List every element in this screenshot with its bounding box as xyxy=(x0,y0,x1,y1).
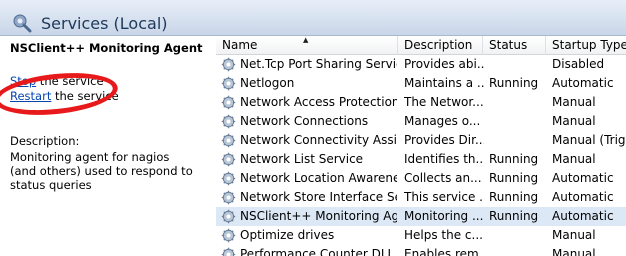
service-gear-icon xyxy=(221,171,236,186)
window-title: Services (Local) xyxy=(41,14,168,33)
window-titlebar: Services (Local) xyxy=(0,0,626,36)
service-startup-type: Automatic xyxy=(552,190,614,204)
service-gear-icon xyxy=(221,133,236,148)
service-description: Manages o... xyxy=(404,114,481,128)
service-description: Provides Dir... xyxy=(404,133,484,147)
service-name: Net.Tcp Port Sharing Service xyxy=(240,57,397,71)
service-gear-icon xyxy=(221,76,236,91)
description-text: Monitoring agent for nagios (and others)… xyxy=(10,150,193,192)
service-description: Enables rem... xyxy=(404,247,484,256)
selected-service-name: NSClient++ Monitoring Agent xyxy=(10,41,203,55)
column-header-description[interactable]: Description xyxy=(398,36,483,55)
service-status xyxy=(489,93,547,112)
service-status: Running xyxy=(489,209,539,223)
service-startup-type: Manual xyxy=(552,228,596,242)
column-header-status-label: Status xyxy=(489,38,528,52)
column-header-startup-label: Startup Type xyxy=(552,38,626,52)
service-status xyxy=(489,226,547,245)
service-startup-type: Manual (Trig... xyxy=(552,133,626,147)
table-row[interactable]: Network Store Interface Ser... This servi… xyxy=(216,188,626,207)
service-description: This service ... xyxy=(404,190,484,204)
column-header-startup-type[interactable]: Startup Type xyxy=(546,36,626,55)
service-startup-type: Automatic xyxy=(552,209,614,223)
service-gear-icon xyxy=(221,228,236,243)
service-status: Running xyxy=(489,152,539,166)
service-startup-type: Manual xyxy=(552,95,596,109)
services-list[interactable]: Name ▲ Description Status Startup Type N… xyxy=(216,36,626,256)
table-row[interactable]: NSClient++ Monitoring Ag... Monitoring ..… xyxy=(216,207,626,226)
service-gear-icon xyxy=(221,247,236,256)
stop-suffix: the service xyxy=(36,74,104,88)
table-row[interactable]: Net.Tcp Port Sharing Service Provides abi… xyxy=(216,55,626,74)
table-row[interactable]: Netlogon Maintains a ... Running Automatic xyxy=(216,74,626,93)
service-description: Identifies th... xyxy=(404,152,484,166)
service-status: Running xyxy=(489,171,539,185)
service-gear-icon xyxy=(221,57,236,72)
service-status: Running xyxy=(489,76,539,90)
table-row[interactable]: Network List Service Identifies th... Runn… xyxy=(216,150,626,169)
stop-service-link[interactable]: Stop xyxy=(10,74,36,88)
service-name: Network Location Awareness xyxy=(240,171,397,185)
service-description: Helps the c... xyxy=(404,228,483,242)
service-gear-icon xyxy=(221,95,236,110)
column-header-name-label: Name xyxy=(222,38,258,52)
service-name: Network Access Protection ... xyxy=(240,95,397,109)
service-description: Collects an... xyxy=(404,171,482,185)
service-name: Optimize drives xyxy=(240,228,335,242)
service-description: Monitoring ... xyxy=(404,209,484,223)
service-name: NSClient++ Monitoring Ag... xyxy=(240,209,397,223)
service-name: Netlogon xyxy=(240,76,295,90)
description-label: Description: xyxy=(10,134,80,148)
table-row[interactable]: Network Connections Manages o... Manual xyxy=(216,112,626,131)
column-header-row: Name ▲ Description Status Startup Type xyxy=(216,36,626,55)
column-header-description-label: Description xyxy=(404,38,473,52)
service-gear-icon xyxy=(221,152,236,167)
service-status xyxy=(489,245,547,256)
service-name: Network Store Interface Ser... xyxy=(240,190,397,204)
restart-suffix: the service xyxy=(51,89,119,103)
service-startup-type: Disabled xyxy=(552,57,605,71)
service-description: Provides abi... xyxy=(404,57,484,71)
service-status xyxy=(489,55,547,74)
column-header-status[interactable]: Status xyxy=(483,36,546,55)
service-name: Network Connectivity Assis... xyxy=(240,133,397,147)
table-row[interactable]: Optimize drives Helps the c... Manual xyxy=(216,226,626,245)
service-gear-icon xyxy=(221,209,236,224)
service-name: Performance Counter DLL ... xyxy=(240,247,397,256)
service-description: The Networ... xyxy=(404,95,484,109)
service-startup-type: Automatic xyxy=(552,76,614,90)
service-description: Maintains a ... xyxy=(404,76,484,90)
stop-line: Stop the service xyxy=(10,74,104,88)
service-status xyxy=(489,112,547,131)
table-row[interactable]: Performance Counter DLL ... Enables rem..… xyxy=(216,245,626,256)
sort-ascending-icon: ▲ xyxy=(303,36,309,44)
service-status: Running xyxy=(489,190,539,204)
table-row[interactable]: Network Location Awareness Collects an...… xyxy=(216,169,626,188)
service-detail-pane: NSClient++ Monitoring Agent Stop the ser… xyxy=(0,36,210,256)
service-name: Network Connections xyxy=(240,114,369,128)
service-gear-icon xyxy=(221,190,236,205)
service-startup-type: Manual xyxy=(552,114,596,128)
table-row[interactable]: Network Connectivity Assis... Provides Di… xyxy=(216,131,626,150)
service-startup-type: Automatic xyxy=(552,171,614,185)
service-name: Network List Service xyxy=(240,152,364,166)
restart-line: Restart the service xyxy=(10,89,119,103)
service-startup-type: Manual xyxy=(552,152,596,166)
service-startup-type: Manual xyxy=(552,247,596,256)
restart-service-link[interactable]: Restart xyxy=(10,89,51,103)
service-gear-icon xyxy=(221,114,236,129)
table-row[interactable]: Network Access Protection ... The Networ.… xyxy=(216,93,626,112)
services-gear-icon xyxy=(13,14,32,33)
service-status xyxy=(489,131,547,150)
